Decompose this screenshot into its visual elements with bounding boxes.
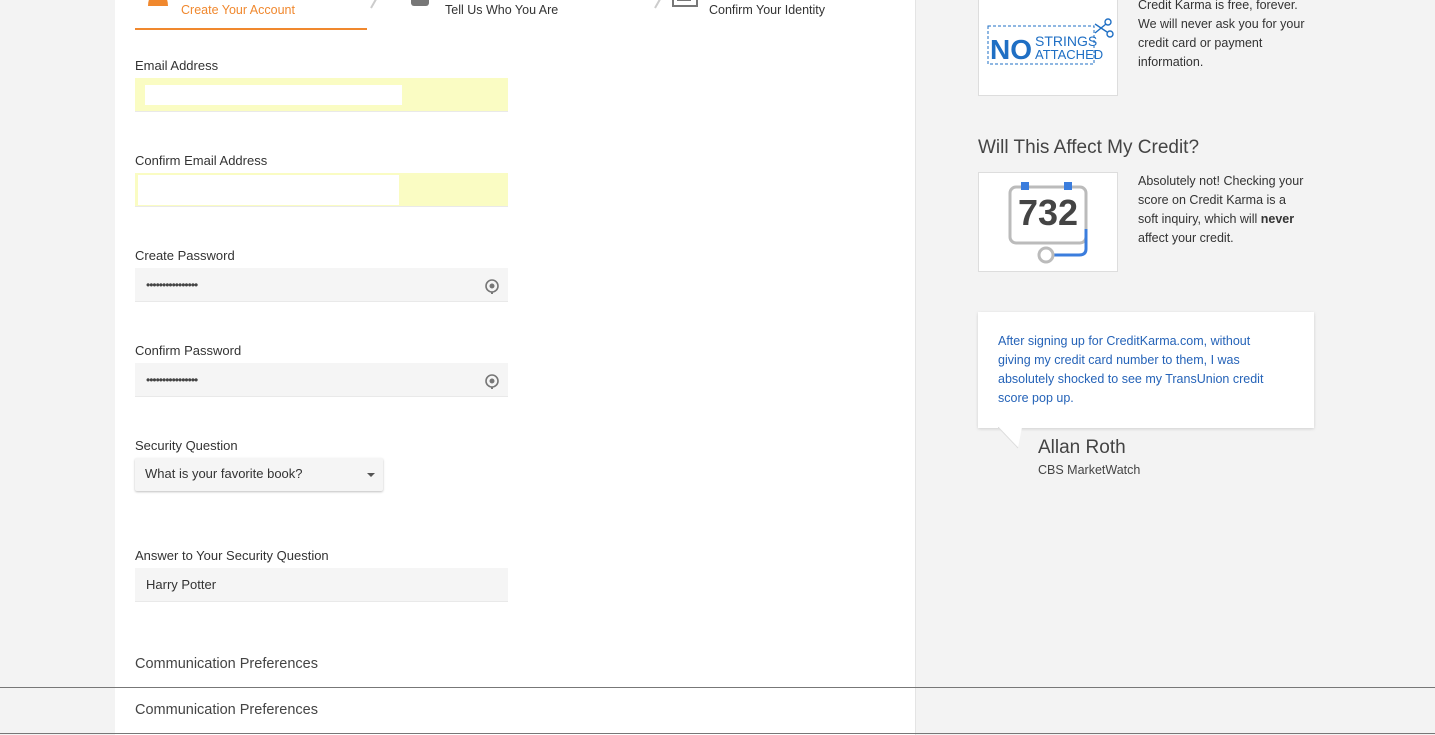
confirm-email-label: Confirm Email Address xyxy=(135,153,268,168)
step-label: Tell Us Who You Are xyxy=(445,3,559,17)
chevron-right-icon xyxy=(654,0,661,9)
password-label: Create Password xyxy=(135,248,235,263)
security-question-label: Security Question xyxy=(135,438,238,453)
autofill-highlight xyxy=(138,175,399,205)
scissors-icon xyxy=(1094,18,1114,38)
eye-icon[interactable] xyxy=(484,373,500,389)
chevron-down-icon xyxy=(367,473,375,477)
divider xyxy=(0,733,1435,734)
document-icon xyxy=(672,0,698,7)
user-icon xyxy=(148,0,168,6)
step-label: Create Your Account xyxy=(181,3,295,17)
divider xyxy=(0,687,1435,688)
svg-text:ATTACHED: ATTACHED xyxy=(1035,47,1103,62)
password-field[interactable]: •••••••••••••••• xyxy=(135,268,508,302)
confirm-password-field[interactable]: •••••••••••••••• xyxy=(135,363,508,397)
answer-label: Answer to Your Security Question xyxy=(135,548,329,563)
confirm-email-field[interactable] xyxy=(135,173,508,207)
step-confirm-identity[interactable]: Confirm Your Identity xyxy=(671,0,911,30)
email-label: Email Address xyxy=(135,58,219,73)
signup-form-panel: Create Your Account Tell Us Who You Are … xyxy=(115,0,916,735)
communication-preferences-sticky-title: Communication Preferences xyxy=(135,702,318,718)
testimonial-text: After signing up for CreditKarma.com, wi… xyxy=(998,334,1264,405)
password-value: •••••••••••••••• xyxy=(146,278,198,292)
testimonial-organization: CBS MarketWatch xyxy=(1038,463,1141,477)
testimonial-card: After signing up for CreditKarma.com, wi… xyxy=(978,312,1314,449)
security-question-select[interactable]: What is your favorite book? xyxy=(135,458,383,491)
no-strings-logo-icon: NO STRINGS ATTACHED xyxy=(987,18,1114,65)
step-label: Confirm Your Identity xyxy=(709,3,826,17)
free-forever-text: Credit Karma is free, forever. We will n… xyxy=(1138,0,1305,69)
testimonial-author: Allan Roth xyxy=(1038,437,1126,458)
svg-text:732: 732 xyxy=(1018,192,1078,233)
id-card-icon xyxy=(411,0,429,6)
eye-icon[interactable] xyxy=(484,278,500,294)
affect-credit-heading: Will This Affect My Credit? xyxy=(978,137,1200,158)
security-question-value: What is your favorite book? xyxy=(145,466,303,481)
credit-score-icon: 732 xyxy=(1008,182,1088,264)
chevron-right-icon xyxy=(370,0,377,9)
step-create-account[interactable]: Create Your Account xyxy=(135,0,377,30)
communication-preferences-title: Communication Preferences xyxy=(135,656,318,672)
autofill-highlight xyxy=(145,85,402,105)
step-tell-us-who[interactable]: Tell Us Who You Are xyxy=(411,0,661,30)
svg-text:NO: NO xyxy=(990,34,1032,65)
affect-credit-text: Absolutely not! Checking your score on C… xyxy=(1138,174,1304,245)
confirm-password-value: •••••••••••••••• xyxy=(146,373,198,387)
no-strings-attached-logo: NO STRINGS ATTACHED xyxy=(978,0,1118,96)
confirm-password-label: Confirm Password xyxy=(135,343,242,358)
email-field[interactable] xyxy=(135,78,508,112)
score-illustration: 732 xyxy=(978,172,1118,272)
answer-field[interactable]: Harry Potter xyxy=(135,568,508,602)
speech-tail-icon xyxy=(998,427,1022,449)
